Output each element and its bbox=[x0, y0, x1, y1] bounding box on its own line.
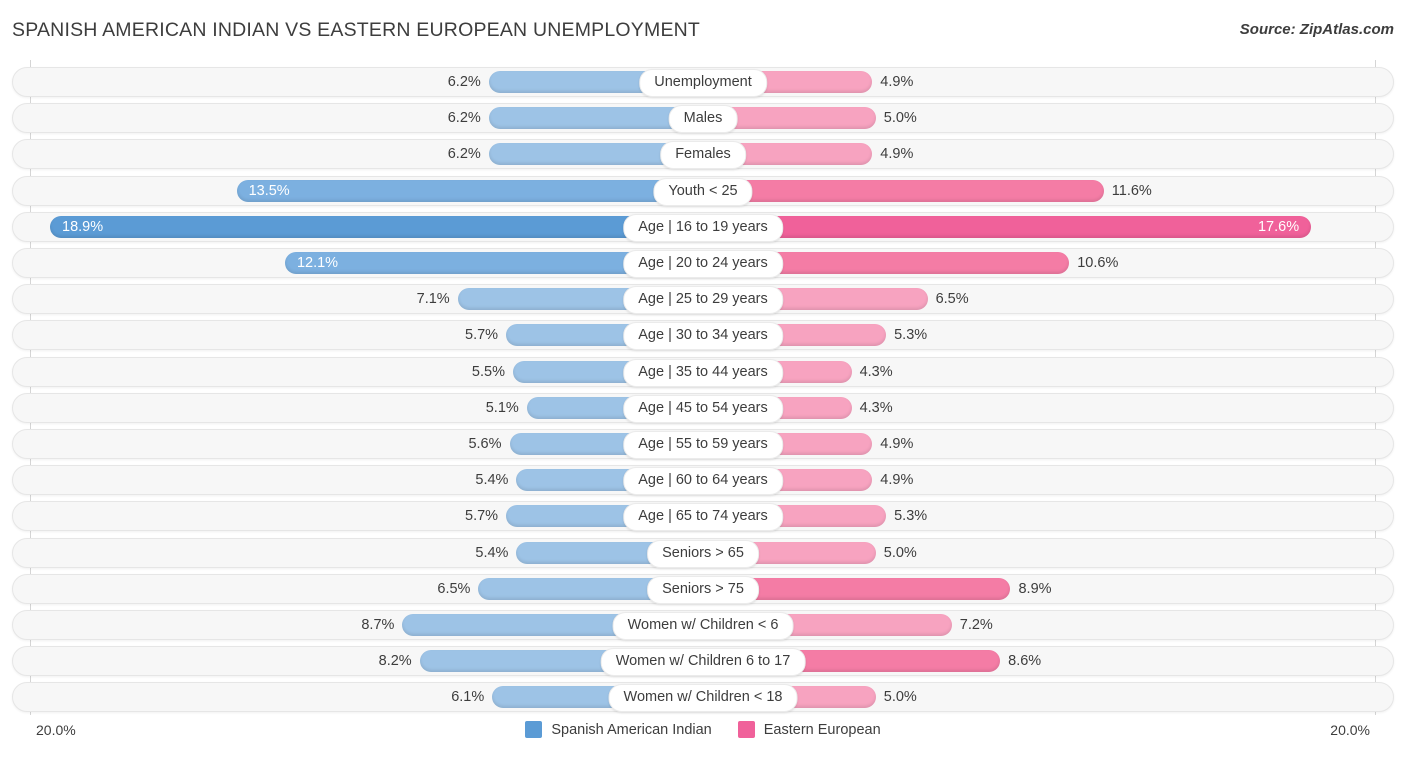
value-label-right: 6.5% bbox=[935, 291, 969, 308]
value-label-left: 12.1% bbox=[296, 255, 339, 271]
bar-left-spanish-american-indian bbox=[50, 215, 703, 238]
legend-swatch-icon bbox=[525, 721, 543, 738]
row-category-label: Females bbox=[660, 141, 746, 170]
legend-label: Spanish American Indian bbox=[551, 721, 712, 738]
value-label-right: 4.9% bbox=[880, 472, 914, 489]
chart-row: 7.1% 6.5% Age | 25 to 29 years bbox=[12, 284, 1394, 315]
chart-row: 5.5% 4.3% Age | 35 to 44 years bbox=[12, 356, 1394, 387]
row-category-label: Age | 25 to 29 years bbox=[623, 286, 783, 315]
bar-right-eastern-european bbox=[703, 179, 1104, 202]
chart-row: 5.7% 5.3% Age | 30 to 34 years bbox=[12, 320, 1394, 351]
row-category-label: Age | 45 to 54 years bbox=[623, 394, 783, 423]
value-label-left: 8.2% bbox=[378, 653, 412, 670]
chart-row: 8.2% 8.6% Women w/ Children 6 to 17 bbox=[12, 646, 1394, 677]
value-label-left: 5.1% bbox=[485, 399, 519, 416]
legend-swatch-icon bbox=[737, 721, 755, 738]
chart-plot-area: 6.2% 4.9% Unemployment 6.2% 5.0% Males 6.2% 4.9… bbox=[0, 60, 1406, 715]
row-category-label: Age | 55 to 59 years bbox=[623, 431, 783, 459]
legend-item[interactable]: Spanish American Indian bbox=[525, 721, 712, 738]
chart-row: 12.1% 10.6% Age | 20 to 24 years bbox=[12, 248, 1394, 278]
row-category-label: Males bbox=[668, 105, 738, 134]
value-label-left: 8.7% bbox=[361, 617, 395, 633]
row-category-label: Seniors > 75 bbox=[647, 575, 759, 604]
value-label-right: 4.3% bbox=[859, 399, 893, 416]
row-category-label: Women w/ Children 6 to 17 bbox=[600, 648, 806, 677]
value-label-left: 6.2% bbox=[447, 74, 481, 90]
value-label-right: 4.9% bbox=[880, 436, 914, 452]
chart-row: 5.1% 4.3% Age | 45 to 54 years bbox=[12, 392, 1394, 423]
legend-label: Eastern European bbox=[763, 721, 881, 738]
chart-row: 6.5% 8.9% Seniors > 75 bbox=[12, 573, 1394, 604]
chart-row: 6.2% 5.0% Males bbox=[12, 103, 1394, 134]
row-category-label: Age | 35 to 44 years bbox=[623, 358, 783, 387]
row-category-label: Women w/ Children < 18 bbox=[608, 684, 798, 713]
value-label-left: 7.1% bbox=[416, 291, 450, 308]
value-label-right: 8.9% bbox=[1018, 580, 1052, 597]
chart-row: 6.2% 4.9% Females bbox=[12, 139, 1394, 170]
value-label-left: 5.5% bbox=[471, 363, 505, 380]
value-label-left: 5.4% bbox=[475, 544, 509, 561]
chart-row: 8.7% 7.2% Women w/ Children < 6 bbox=[12, 610, 1394, 640]
value-label-left: 13.5% bbox=[248, 182, 290, 199]
value-label-right: 4.9% bbox=[880, 74, 914, 90]
value-label-left: 5.7% bbox=[465, 327, 499, 344]
chart-row: 5.6% 4.9% Age | 55 to 59 years bbox=[12, 429, 1394, 459]
value-label-left: 6.5% bbox=[437, 580, 471, 597]
chart-footer: 20.0% 20.0% Spanish American Indian Easte… bbox=[0, 715, 1406, 757]
value-label-right: 10.6% bbox=[1077, 255, 1119, 271]
row-category-label: Age | 30 to 34 years bbox=[623, 322, 783, 351]
value-label-right: 5.0% bbox=[883, 689, 917, 706]
chart-legend: Spanish American Indian Eastern European bbox=[0, 721, 1406, 738]
value-label-left: 6.2% bbox=[447, 110, 481, 127]
page-title: SPANISH AMERICAN INDIAN VS EASTERN EUROP… bbox=[12, 19, 701, 41]
chart-row: 6.2% 4.9% Unemployment bbox=[12, 67, 1394, 97]
legend-item[interactable]: Eastern European bbox=[737, 721, 881, 738]
value-label-left: 5.7% bbox=[465, 508, 499, 525]
value-label-left: 5.4% bbox=[475, 472, 509, 489]
value-label-right: 4.9% bbox=[880, 146, 914, 163]
value-label-right: 17.6% bbox=[1257, 218, 1300, 235]
row-category-label: Age | 65 to 74 years bbox=[623, 503, 783, 532]
source-attribution: Source: ZipAtlas.com bbox=[1239, 21, 1394, 38]
chart-row: 5.7% 5.3% Age | 65 to 74 years bbox=[12, 501, 1394, 532]
value-label-right: 11.6% bbox=[1111, 182, 1152, 199]
row-category-label: Youth < 25 bbox=[653, 177, 753, 206]
chart-root: SPANISH AMERICAN INDIAN VS EASTERN EUROP… bbox=[0, 0, 1406, 757]
value-label-left: 6.1% bbox=[451, 689, 485, 706]
chart-header: SPANISH AMERICAN INDIAN VS EASTERN EUROP… bbox=[0, 0, 1406, 58]
chart-row: 5.4% 5.0% Seniors > 65 bbox=[12, 537, 1394, 568]
bar-left-spanish-american-indian bbox=[236, 179, 703, 202]
row-category-label: Age | 16 to 19 years bbox=[623, 213, 783, 242]
value-label-right: 5.0% bbox=[883, 110, 917, 127]
row-category-label: Age | 20 to 24 years bbox=[623, 250, 783, 278]
bar-right-eastern-european bbox=[703, 215, 1312, 238]
row-category-label: Unemployment bbox=[639, 69, 767, 97]
chart-row: 18.9% 17.6% Age | 16 to 19 years bbox=[12, 211, 1394, 242]
chart-row: 13.5% 11.6% Youth < 25 bbox=[12, 175, 1394, 206]
row-category-label: Seniors > 65 bbox=[647, 539, 759, 568]
value-label-left: 18.9% bbox=[62, 218, 104, 235]
value-label-right: 8.6% bbox=[1008, 653, 1042, 670]
value-label-right: 5.3% bbox=[894, 508, 928, 525]
chart-row: 6.1% 5.0% Women w/ Children < 18 bbox=[12, 682, 1394, 713]
row-category-label: Women w/ Children < 6 bbox=[612, 612, 794, 640]
value-label-right: 7.2% bbox=[959, 617, 993, 633]
row-category-label: Age | 60 to 64 years bbox=[623, 467, 783, 496]
chart-row: 5.4% 4.9% Age | 60 to 64 years bbox=[12, 465, 1394, 496]
value-label-right: 5.0% bbox=[883, 544, 917, 561]
value-label-right: 5.3% bbox=[894, 327, 928, 344]
value-label-left: 5.6% bbox=[468, 436, 502, 452]
value-label-right: 4.3% bbox=[859, 363, 893, 380]
value-label-left: 6.2% bbox=[447, 146, 481, 163]
